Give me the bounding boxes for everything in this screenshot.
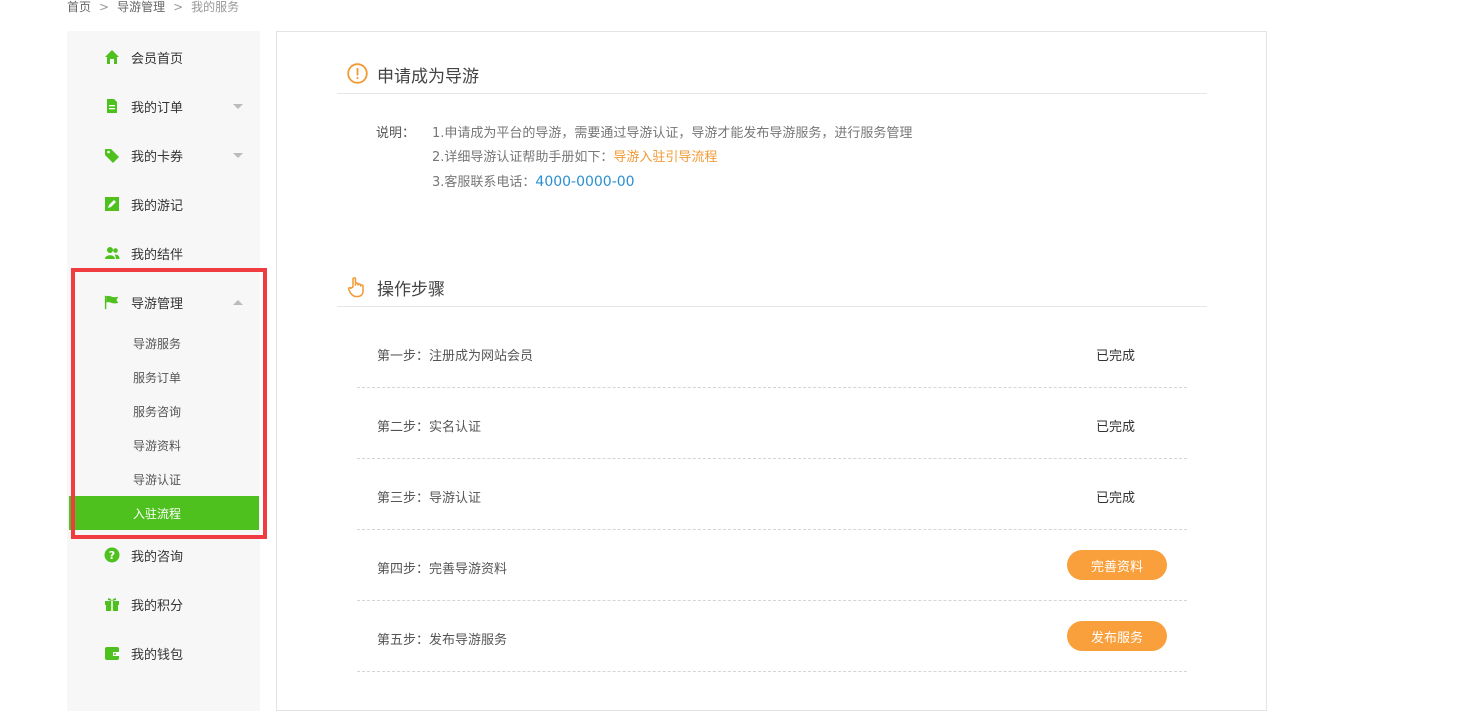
step-status: 已完成: [1096, 349, 1136, 364]
submenu-service-inquiries[interactable]: 服务咨询: [67, 394, 260, 428]
breadcrumb-home[interactable]: 首页: [67, 0, 91, 14]
sidebar-item-label: 我的咨询: [131, 549, 184, 565]
sidebar-item-label: 我的订单: [131, 100, 184, 116]
breadcrumb-section[interactable]: 导游管理: [117, 0, 165, 14]
sidebar-item-travelogues[interactable]: 我的游记: [67, 189, 260, 219]
submenu-label: 服务咨询: [133, 404, 182, 419]
sidebar-item-orders[interactable]: 我的订单: [67, 91, 260, 121]
submenu-label: 入驻流程: [133, 506, 182, 521]
sidebar-item-label: 我的钱包: [131, 647, 184, 663]
step-text: 第三步：导游认证: [377, 491, 482, 506]
submenu-service-orders[interactable]: 服务订单: [67, 360, 260, 394]
sidebar-item-guide-management[interactable]: 导游管理: [67, 287, 260, 317]
flag-icon: [104, 294, 120, 310]
step-row: 第五步：发布导游服务 发布服务: [357, 602, 1187, 672]
step-row: 第三步：导游认证 已完成: [357, 460, 1187, 530]
chevron-up-icon[interactable]: [233, 299, 243, 305]
submenu-guide-profile[interactable]: 导游资料: [67, 428, 260, 462]
step-status: 已完成: [1096, 491, 1136, 506]
step-status: 已完成: [1096, 420, 1136, 435]
sidebar-item-points[interactable]: 我的积分: [67, 589, 260, 619]
breadcrumb-current: 我的服务: [191, 0, 240, 14]
submenu-guide-services[interactable]: 导游服务: [67, 326, 260, 360]
sidebar-item-wallet[interactable]: 我的钱包: [67, 638, 260, 668]
description-line-3: 3.客服联系电话：4000-0000-00: [432, 170, 912, 195]
onboarding-guide-link[interactable]: 导游入驻引导流程: [613, 150, 717, 165]
breadcrumb-separator: >: [99, 0, 110, 14]
submenu-label: 导游服务: [133, 336, 182, 351]
submenu-label: 导游资料: [133, 438, 182, 453]
step-text: 第二步：实名认证: [377, 420, 482, 435]
step-text: 第四步：完善导游资料: [377, 562, 508, 577]
publish-service-button[interactable]: 发布服务: [1067, 621, 1167, 651]
description-line-2: 2.详细导游认证帮助手册如下：导游入驻引导流程: [432, 146, 912, 170]
svg-text:?: ?: [109, 549, 115, 562]
step-row: 第一步：注册成为网站会员 已完成: [357, 318, 1187, 388]
apply-title: 申请成为导游: [377, 67, 479, 87]
question-icon: ?: [104, 547, 120, 563]
home-icon: [104, 49, 120, 65]
sidebar-item-label: 会员首页: [131, 51, 184, 67]
step-row: 第四步：完善导游资料 完善资料: [357, 531, 1187, 601]
steps-section-header: 操作步骤: [337, 274, 1207, 307]
wallet-icon: [104, 645, 120, 661]
complete-profile-button[interactable]: 完善资料: [1067, 550, 1167, 580]
description-line-3-text: 3.客服联系电话：: [432, 175, 536, 190]
exclamation-circle-icon: [347, 63, 368, 84]
sidebar-item-companions[interactable]: 我的结伴: [67, 238, 260, 268]
tag-icon: [104, 147, 120, 163]
submenu-label: 导游认证: [133, 472, 182, 487]
description-line-1: 1.申请成为平台的导游，需要通过导游认证，导游才能发布导游服务，进行服务管理: [432, 126, 913, 141]
sidebar: 会员首页 我的订单 我的卡券 我的游记 我的结伴 导游管理 导游服务 服务订单 …: [67, 31, 260, 711]
chevron-down-icon[interactable]: [233, 103, 243, 109]
submenu-onboarding-process[interactable]: 入驻流程: [69, 496, 259, 530]
step-text: 第五步：发布导游服务: [377, 633, 508, 648]
document-icon: [104, 98, 120, 114]
breadcrumb: 首页 > 导游管理 > 我的服务: [67, 0, 239, 14]
step-row: 第二步：实名认证 已完成: [357, 389, 1187, 459]
sidebar-item-label: 我的积分: [131, 598, 184, 614]
users-icon: [104, 245, 120, 261]
step-text: 第一步：注册成为网站会员: [377, 349, 534, 364]
sidebar-item-label: 我的卡券: [131, 149, 184, 165]
service-phone: 4000-0000-00: [535, 174, 635, 190]
submenu-guide-certification[interactable]: 导游认证: [67, 462, 260, 496]
description-label: 说明：: [376, 126, 416, 141]
description-line-2-text: 2.详细导游认证帮助手册如下：: [432, 150, 614, 165]
sidebar-item-member-home[interactable]: 会员首页: [67, 42, 260, 72]
edit-icon: [104, 196, 120, 212]
main-panel: 申请成为导游 说明： 1.申请成为平台的导游，需要通过导游认证，导游才能发布导游…: [276, 31, 1267, 711]
submenu-label: 服务订单: [133, 370, 182, 385]
sidebar-item-label: 我的游记: [131, 198, 184, 214]
steps-title: 操作步骤: [377, 280, 445, 300]
apply-section-header: 申请成为导游: [337, 61, 1207, 94]
sidebar-item-coupons[interactable]: 我的卡券: [67, 140, 260, 170]
chevron-down-icon[interactable]: [233, 152, 243, 158]
sidebar-item-label: 导游管理: [131, 296, 184, 312]
sidebar-item-label: 我的结伴: [131, 247, 184, 263]
breadcrumb-separator: >: [173, 0, 184, 14]
gift-icon: [104, 596, 120, 612]
hand-pointer-icon: [347, 276, 367, 298]
sidebar-item-inquiries[interactable]: ? 我的咨询: [67, 540, 260, 570]
